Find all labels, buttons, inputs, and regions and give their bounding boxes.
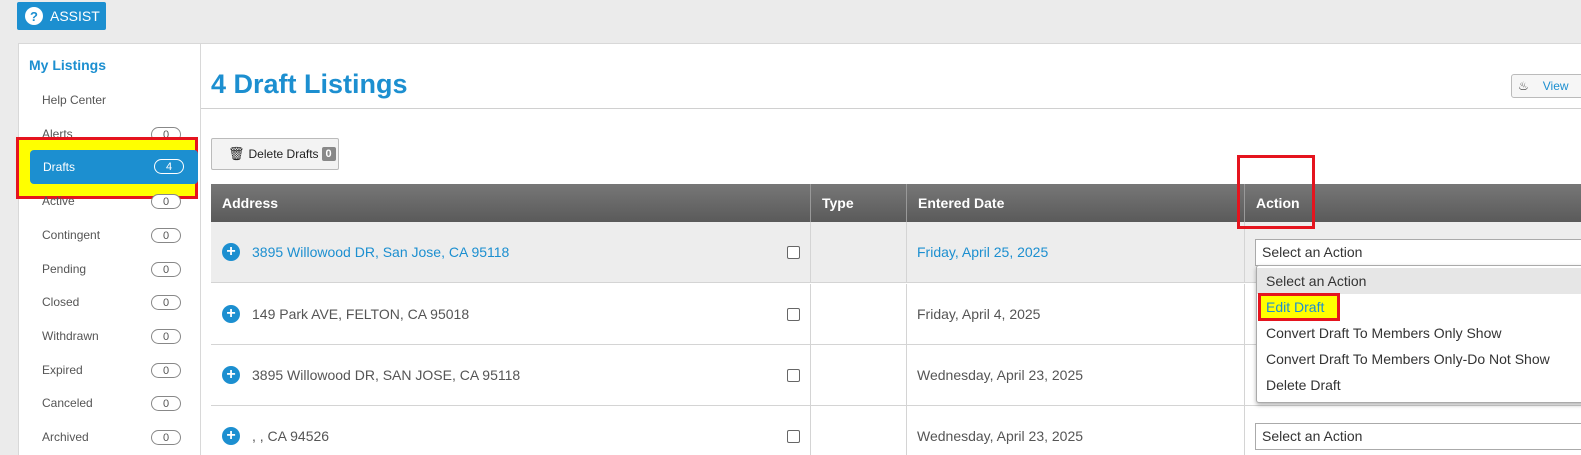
count-badge: 0	[151, 363, 181, 378]
action-header-highlight	[1237, 155, 1315, 229]
address-text: 149 Park AVE, FELTON, CA 95018	[252, 306, 470, 322]
dropdown-option-edit-draft[interactable]: Edit Draft	[1257, 294, 1581, 320]
expand-plus-icon[interactable]: +	[222, 243, 240, 261]
action-select[interactable]: Select an Action	[1255, 422, 1581, 450]
action-dropdown-menu: Select an Action Edit Draft Convert Draf…	[1256, 265, 1581, 403]
count-badge: 0	[151, 396, 181, 411]
dropdown-option-convert-members-only-show[interactable]: Convert Draft To Members Only Show	[1257, 320, 1581, 346]
address-text: 3895 Willowood DR, SAN JOSE, CA 95118	[252, 367, 521, 383]
type-cell	[811, 406, 907, 455]
assist-label: ASSIST	[50, 8, 100, 24]
delete-drafts-label: Delete Drafts	[248, 147, 319, 161]
flame-icon: ♨	[1518, 79, 1529, 93]
sidebar-item-archived[interactable]: Archived 0	[29, 422, 195, 452]
address-link[interactable]: 3895 Willowood DR, San Jose, CA 95118	[252, 244, 509, 260]
sidebar-item-label: Canceled	[42, 396, 93, 410]
row-checkbox[interactable]	[787, 245, 800, 259]
column-header-type[interactable]: Type	[811, 184, 907, 222]
dropdown-option-select-an-action[interactable]: Select an Action	[1257, 268, 1581, 294]
dropdown-option-convert-members-only-do-not-show[interactable]: Convert Draft To Members Only-Do Not Sho…	[1257, 346, 1581, 372]
entered-date-cell: Wednesday, April 23, 2025	[907, 345, 1245, 405]
address-cell: + 3895 Willowood DR, SAN JOSE, CA 95118	[211, 345, 811, 405]
count-badge: 0	[151, 329, 181, 344]
sidebar-item-withdrawn[interactable]: Withdrawn 0	[29, 321, 195, 351]
address-cell: + 3895 Willowood DR, San Jose, CA 95118	[211, 222, 811, 282]
sidebar-item-label: Drafts	[43, 160, 76, 174]
sidebar-item-label: Archived	[42, 430, 89, 444]
dropdown-option-delete-draft[interactable]: Delete Draft	[1257, 372, 1581, 398]
sidebar-item-label: Withdrawn	[42, 329, 99, 343]
entered-date-cell: Friday, April 4, 2025	[907, 284, 1245, 344]
sidebar-item-help-center[interactable]: Help Center	[29, 85, 195, 115]
sidebar-item-contingent[interactable]: Contingent 0	[29, 220, 195, 250]
address-text: , , CA 94526	[252, 428, 330, 444]
type-cell	[811, 345, 907, 405]
sidebar-item-closed[interactable]: Closed 0	[29, 287, 195, 317]
count-badge: 4	[154, 159, 184, 174]
count-badge: 0	[151, 262, 181, 277]
table-row: + , , CA 94526 Wednesday, April 23, 2025…	[211, 406, 1581, 455]
expand-plus-icon[interactable]: +	[222, 427, 240, 445]
assist-button[interactable]: ? ASSIST	[17, 2, 106, 30]
column-header-entered-date[interactable]: Entered Date	[907, 184, 1245, 222]
divider	[201, 108, 1581, 109]
entered-date-cell: Wednesday, April 23, 2025	[907, 406, 1245, 455]
row-checkbox[interactable]	[787, 429, 800, 443]
view-label: View	[1542, 79, 1569, 93]
sidebar-title: My Listings	[29, 57, 107, 73]
type-cell	[811, 222, 907, 282]
count-badge: 0	[151, 430, 181, 445]
expand-plus-icon[interactable]: +	[222, 305, 240, 323]
sidebar: My Listings Help Center Alerts 0 Drafts …	[16, 43, 201, 455]
delete-count-badge: 0	[321, 147, 336, 161]
address-cell: + 149 Park AVE, FELTON, CA 95018	[211, 284, 811, 344]
sidebar-item-label: Contingent	[42, 228, 101, 242]
sidebar-item-label: Closed	[42, 295, 80, 309]
count-badge: 0	[151, 228, 181, 243]
table-header: Address Type Entered Date Action	[211, 184, 1581, 222]
action-cell: Select an Action	[1245, 406, 1581, 455]
trash-icon: 🗑	[228, 146, 245, 161]
type-cell	[811, 284, 907, 344]
sidebar-item-label: Pending	[42, 262, 87, 276]
sidebar-item-drafts[interactable]: Drafts 4	[30, 150, 198, 184]
expand-plus-icon[interactable]: +	[222, 366, 240, 384]
view-button[interactable]: ♨ View	[1511, 74, 1581, 98]
sidebar-item-label: Active	[42, 194, 75, 208]
sidebar-item-canceled[interactable]: Canceled 0	[29, 388, 195, 418]
count-badge: 0	[151, 194, 181, 209]
row-checkbox[interactable]	[787, 307, 800, 321]
sidebar-item-expired[interactable]: Expired 0	[29, 355, 195, 385]
action-select[interactable]: Select an Action	[1255, 238, 1581, 266]
address-cell: + , , CA 94526	[211, 406, 811, 455]
sidebar-item-active[interactable]: Active 0	[29, 186, 195, 216]
sidebar-item-label: Expired	[42, 363, 83, 377]
row-checkbox[interactable]	[787, 368, 800, 382]
page-title: 4 Draft Listings	[211, 69, 408, 99]
column-header-address[interactable]: Address	[211, 184, 811, 222]
count-badge: 0	[151, 295, 181, 310]
entered-date-cell: Friday, April 25, 2025	[907, 222, 1245, 282]
delete-drafts-button[interactable]: 🗑 Delete Drafts 0	[211, 138, 339, 170]
sidebar-item-pending[interactable]: Pending 0	[29, 254, 195, 284]
help-icon: ?	[25, 7, 43, 25]
sidebar-item-label: Help Center	[42, 93, 107, 107]
